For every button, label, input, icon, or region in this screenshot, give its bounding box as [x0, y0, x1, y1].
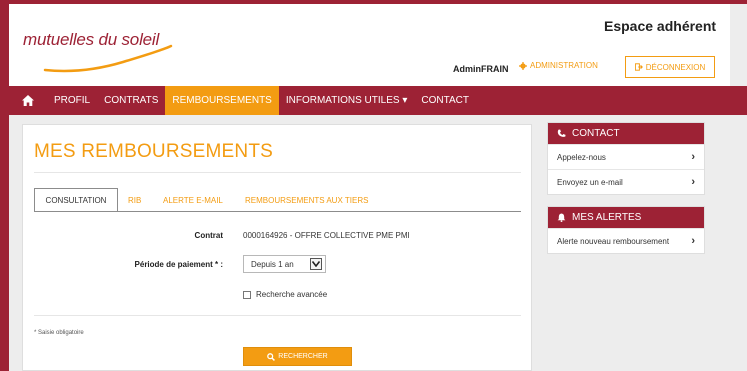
user-name: AdminFRAIN [453, 64, 509, 74]
search-icon [267, 352, 276, 361]
page-title: MES REMBOURSEMENTS [34, 141, 274, 162]
nav-remboursements[interactable]: REMBOURSEMENTS [165, 86, 279, 115]
contact-box-title: CONTACT [572, 128, 620, 139]
nav-profil[interactable]: PROFIL [47, 86, 97, 115]
periode-label: Période de paiement * : [134, 260, 223, 269]
sidebar-item-label: Appelez-nous [557, 152, 606, 162]
contact-box-header: CONTACT [548, 123, 704, 144]
sidebar-item-email[interactable]: Envoyez un e-mail › [548, 169, 704, 194]
sidebar-item-label: Alerte nouveau remboursement [557, 236, 670, 246]
bell-icon [557, 213, 566, 222]
alerts-box: MES ALERTES Alerte nouveau remboursement… [547, 206, 705, 254]
search-button-label: RECHERCHER [278, 353, 328, 360]
periode-select-value: Depuis 1 an [251, 259, 294, 269]
contact-box: CONTACT Appelez-nous › Envoyez un e-mail… [547, 122, 705, 195]
gear-icon [519, 61, 527, 70]
nav-informations-utiles[interactable]: INFORMATIONS UTILES ▾ [279, 86, 415, 115]
chevron-down-icon [310, 258, 322, 270]
nav-contrats[interactable]: CONTRATS [97, 86, 165, 115]
remboursements-panel: MES REMBOURSEMENTS CONSULTATION RIB ALER… [22, 124, 532, 371]
tab-alerte-email[interactable]: ALERTE E-MAIL [163, 188, 223, 212]
advanced-search-checkbox[interactable] [243, 291, 251, 299]
sidebar-item-appelez[interactable]: Appelez-nous › [548, 144, 704, 169]
alerts-box-header: MES ALERTES [548, 207, 704, 228]
left-frame-border [0, 0, 9, 371]
sidebar-item-label: Envoyez un e-mail [557, 177, 623, 187]
chevron-right-icon: › [691, 151, 695, 163]
tabs-divider [34, 211, 521, 212]
tab-remboursements-tiers[interactable]: REMBOURSEMENTS AUX TIERS [245, 188, 368, 212]
advanced-search-label[interactable]: Recherche avancée [256, 290, 327, 299]
tab-rib[interactable]: RIB [128, 188, 141, 212]
nav-contact[interactable]: CONTACT [414, 86, 476, 115]
contrat-label: Contrat [194, 231, 223, 240]
phone-icon [557, 129, 566, 137]
nav-home[interactable] [9, 86, 47, 115]
home-icon [22, 95, 34, 106]
logout-icon [634, 63, 643, 71]
logo-swoosh-icon [43, 44, 173, 73]
logout-label: DÉCONNEXION [645, 62, 706, 72]
page-heading-espace: Espace adhérent [604, 18, 717, 34]
administration-link[interactable]: ADMINISTRATION [519, 61, 598, 70]
mandatory-note: * Saisie obligatoire [34, 330, 84, 336]
administration-label: ADMINISTRATION [530, 61, 598, 70]
logout-button[interactable]: DÉCONNEXION [625, 56, 715, 78]
tab-consultation[interactable]: CONSULTATION [34, 188, 118, 212]
chevron-right-icon: › [691, 176, 695, 188]
site-header: mutuelles du soleil Espace adhérent Admi… [9, 4, 730, 86]
sidebar-item-alerte-remboursement[interactable]: Alerte nouveau remboursement › [548, 228, 704, 253]
alerts-box-title: MES ALERTES [572, 212, 642, 223]
search-button[interactable]: RECHERCHER [243, 347, 352, 366]
form-divider [34, 315, 521, 316]
title-divider [34, 172, 521, 173]
chevron-right-icon: › [691, 235, 695, 247]
main-navbar: PROFIL CONTRATS REMBOURSEMENTS INFORMATI… [9, 86, 747, 115]
periode-select[interactable]: Depuis 1 an [243, 255, 326, 273]
contrat-value: 0000164926 - OFFRE COLLECTIVE PME PMI [243, 231, 410, 240]
